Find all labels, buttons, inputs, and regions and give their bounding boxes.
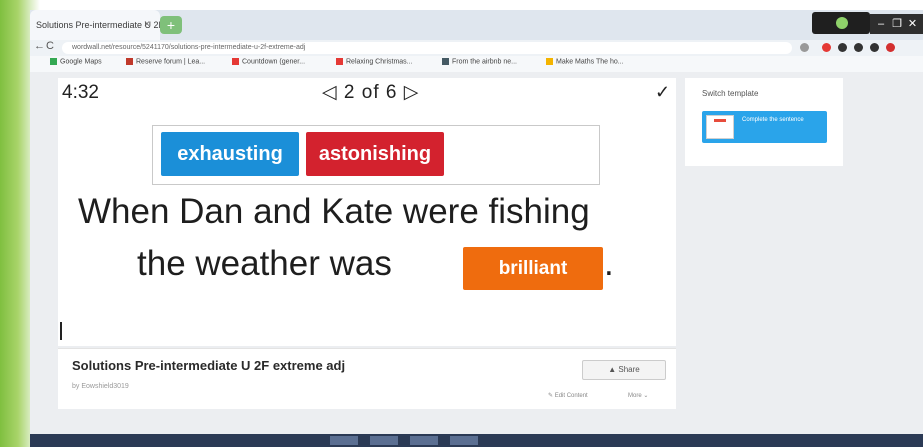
share-button[interactable]: ▲ Share: [582, 360, 666, 380]
edit-content-link[interactable]: ✎ Edit Content: [548, 392, 588, 399]
bookmark-item[interactable]: Make Maths The ho...: [546, 58, 624, 65]
taskbar-app-icon[interactable]: [450, 436, 478, 445]
profile-icon[interactable]: [886, 43, 895, 52]
bookmark-item[interactable]: From the airbnb ne...: [442, 58, 517, 65]
activity-author[interactable]: by Eowshield3019: [72, 383, 129, 390]
taskbar-app-icon[interactable]: [330, 436, 358, 445]
template-thumbnail-icon: [706, 115, 734, 139]
text-cursor: [60, 322, 62, 340]
bookmark-favicon-icon: [50, 58, 57, 65]
next-question-icon[interactable]: ▷: [404, 82, 420, 103]
back-icon[interactable]: ←: [34, 40, 45, 52]
answer-tile-exhausting[interactable]: exhausting: [161, 132, 299, 176]
bookmark-item[interactable]: Google Maps: [50, 58, 102, 65]
bookmark-item[interactable]: Reserve forum | Lea...: [126, 58, 205, 65]
tab-close-icon[interactable]: ×: [144, 19, 150, 30]
question-counter: 2 of 6: [343, 82, 398, 103]
question-pager: ◁ 2 of 6 ▷: [322, 81, 419, 104]
answer-tile-astonishing[interactable]: astonishing: [306, 132, 444, 176]
sentence-end: .: [604, 244, 614, 283]
bookmark-favicon-icon: [126, 58, 133, 65]
bookmark-item[interactable]: Countdown (gener...: [232, 58, 305, 65]
extension-icon[interactable]: [854, 43, 863, 52]
bookmark-favicon-icon: [442, 58, 449, 65]
reload-icon[interactable]: C: [46, 40, 54, 52]
extension-icon[interactable]: [838, 43, 847, 52]
switch-template-label: Switch template: [702, 89, 759, 98]
bookmark-item[interactable]: Relaxing Christmas...: [336, 58, 413, 65]
template-option-label: Complete the sentence: [742, 117, 804, 123]
prev-question-icon[interactable]: ◁: [322, 82, 338, 103]
address-bar[interactable]: wordwall.net/resource/5241170/solutions-…: [62, 42, 792, 54]
bookmark-favicon-icon: [546, 58, 553, 65]
taskbar-app-icon[interactable]: [410, 436, 438, 445]
share-label: Share: [618, 365, 640, 374]
timer: 4:32: [62, 82, 99, 103]
extension-icon[interactable]: [870, 43, 879, 52]
bookmark-favicon-icon: [336, 58, 343, 65]
extension-icon[interactable]: [822, 43, 831, 52]
close-window-button[interactable]: ✕: [902, 14, 923, 34]
bookmark-favicon-icon: [232, 58, 239, 65]
sentence-line-1: When Dan and Kate were fishing: [78, 192, 590, 231]
activity-title: Solutions Pre-intermediate U 2F extreme …: [72, 358, 346, 373]
submit-check-icon[interactable]: ✓: [655, 82, 670, 103]
more-menu-link[interactable]: More ⌄: [628, 392, 648, 399]
profile-avatar-icon[interactable]: [836, 17, 848, 29]
placed-answer-tile[interactable]: brilliant: [463, 247, 603, 290]
tab-title: Solutions Pre-intermediate U 2F: [36, 20, 160, 30]
new-tab-button[interactable]: +: [160, 16, 182, 34]
extension-icon[interactable]: [800, 43, 809, 52]
browser-tab[interactable]: Solutions Pre-intermediate U 2F: [30, 10, 160, 40]
taskbar-app-icon[interactable]: [370, 436, 398, 445]
sentence-line-2: the weather was: [137, 244, 392, 283]
